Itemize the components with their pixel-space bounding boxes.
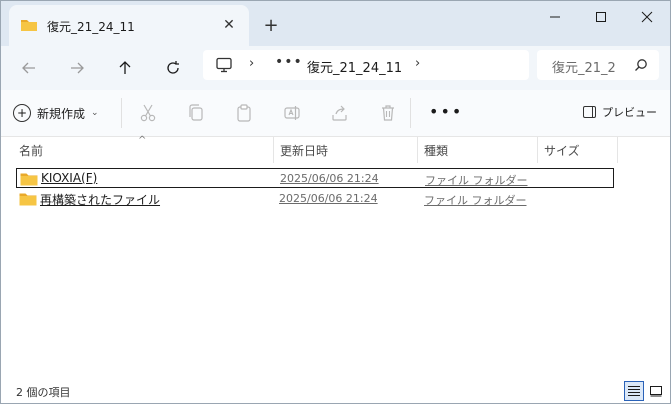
column-divider[interactable] [537, 137, 538, 163]
column-divider[interactable] [273, 137, 274, 163]
minimize-icon [550, 16, 560, 18]
new-button[interactable]: + 新規作成 ⌄ [13, 101, 99, 125]
close-icon [641, 11, 653, 23]
folder-icon [20, 173, 38, 186]
arrow-right-icon [71, 62, 84, 74]
chevron-down-icon: ⌄ [91, 108, 99, 118]
preview-pane-button[interactable]: プレビュー [583, 104, 657, 120]
maximize-icon [596, 12, 606, 22]
file-type: ファイル フォルダー [424, 194, 527, 207]
divider [410, 98, 411, 128]
file-name[interactable]: KIOXIA(F) [41, 171, 97, 185]
refresh-button[interactable] [159, 54, 187, 82]
more-options-button[interactable]: ••• [429, 104, 463, 120]
close-tab-icon[interactable]: ✕ [219, 15, 239, 35]
share-icon[interactable] [330, 103, 350, 123]
tab-strip: 復元_21_24_11 ✕ + [1, 1, 670, 46]
copy-icon[interactable] [186, 103, 206, 123]
file-row[interactable]: 再構築されたファイル 2025/06/06 21:24 ファイル フォルダー [16, 189, 614, 209]
paste-icon[interactable] [234, 103, 254, 123]
explorer-window: 復元_21_24_11 ✕ + › ••• 復元_21_24_11 › 復元_2… [0, 0, 671, 404]
tiles-view-button[interactable] [646, 381, 666, 401]
column-date-modified[interactable]: 更新日時 [280, 137, 328, 163]
navigation-bar: › ••• 復元_21_24_11 › 復元_21_2 [1, 46, 670, 90]
file-date: 2025/06/06 21:24 [280, 172, 379, 185]
column-divider[interactable] [417, 137, 418, 163]
breadcrumb-overflow-button[interactable]: ••• [275, 54, 303, 70]
breadcrumb-current-folder[interactable]: 復元_21_24_11 [307, 57, 402, 76]
column-name[interactable]: 名前 [19, 137, 43, 163]
folder-icon [19, 193, 37, 206]
delete-icon[interactable] [378, 103, 398, 123]
file-type: ファイル フォルダー [425, 174, 528, 187]
column-type[interactable]: 種類 [424, 137, 448, 163]
breadcrumb-chevron-end[interactable]: › [415, 56, 420, 71]
preview-label: プレビュー [602, 106, 657, 119]
arrow-up-icon [119, 61, 131, 74]
status-bar: 2 個の項目 [1, 379, 670, 403]
command-bar: + 新規作成 ⌄ ••• プレビュー [1, 90, 670, 137]
arrow-left-icon [22, 62, 35, 74]
new-button-label: 新規作成 [37, 106, 86, 121]
column-header: ^ 名前 更新日時 種類 サイズ [1, 135, 670, 163]
search-input[interactable]: 復元_21_2 [552, 57, 632, 76]
column-divider[interactable] [617, 137, 618, 163]
breadcrumb-chevron[interactable]: › [249, 56, 254, 71]
maximize-button[interactable] [578, 1, 624, 33]
column-size[interactable]: サイズ [544, 137, 580, 163]
file-date: 2025/06/06 21:24 [279, 192, 378, 205]
tab-current-folder[interactable]: 復元_21_24_11 ✕ [9, 5, 249, 46]
rename-icon[interactable] [282, 103, 302, 123]
back-button[interactable] [15, 54, 43, 82]
details-view-button[interactable] [624, 381, 644, 401]
search-box[interactable]: 復元_21_2 [537, 50, 659, 80]
tiles-view-icon [650, 386, 662, 397]
computer-icon [216, 57, 232, 73]
minimize-button[interactable] [532, 1, 578, 33]
refresh-icon [167, 61, 179, 74]
file-row-selected[interactable]: KIOXIA(F) 2025/06/06 21:24 ファイル フォルダー [16, 168, 614, 188]
folder-icon [21, 20, 37, 31]
preview-pane-icon [583, 106, 596, 118]
plus-circle-icon: + [13, 104, 31, 122]
divider [121, 98, 122, 128]
close-window-button[interactable] [624, 1, 670, 33]
new-tab-button[interactable]: + [259, 13, 283, 37]
sort-ascending-icon: ^ [138, 135, 147, 146]
details-view-icon [628, 386, 640, 396]
address-bar[interactable]: › ••• 復元_21_24_11 › [203, 50, 529, 80]
search-icon [635, 59, 647, 71]
forward-button[interactable] [63, 54, 91, 82]
file-name[interactable]: 再構築されたファイル [40, 191, 160, 208]
up-button[interactable] [111, 54, 139, 82]
item-count: 2 個の項目 [16, 386, 71, 399]
cut-icon[interactable] [138, 103, 158, 123]
tab-title: 復元_21_24_11 [47, 20, 135, 34]
